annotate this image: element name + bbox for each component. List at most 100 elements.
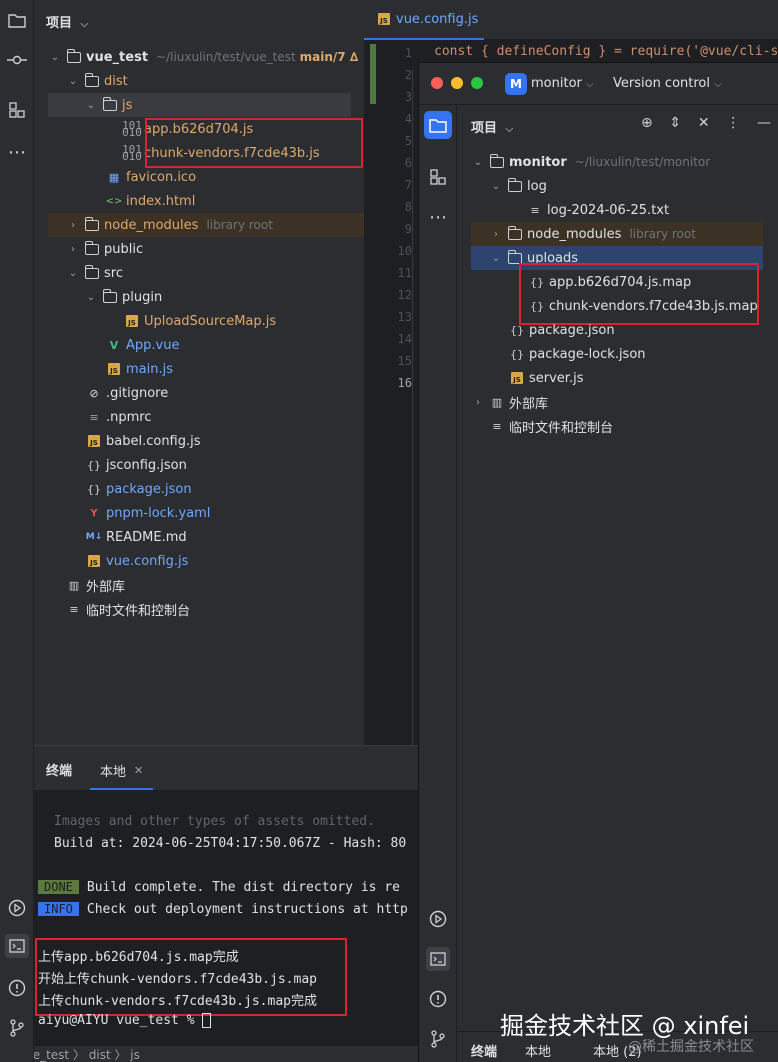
tree-item-server-js[interactable]: JS server.js — [509, 366, 583, 390]
minimize-window-button[interactable] — [451, 77, 463, 89]
tree-item-log-file[interactable]: ≡ log-2024-06-25.txt — [527, 198, 669, 222]
terminal-tab-local[interactable]: 本地 — [525, 1041, 551, 1060]
expand-icon[interactable]: ⇕ — [669, 115, 681, 135]
commit-icon[interactable] — [5, 48, 29, 72]
item-label: js — [122, 97, 133, 113]
structure-icon[interactable] — [426, 165, 450, 189]
tree-item-pnpm-lock[interactable]: Y pnpm-lock.yaml — [86, 501, 210, 525]
root-branch: main/7 ∆ — [299, 50, 359, 64]
tree-item-node-modules[interactable]: › node_modules library root — [48, 213, 364, 237]
panel-title-text: 项目 — [46, 16, 73, 31]
more-icon[interactable]: ⋯ — [426, 205, 450, 229]
terminal-tab-bar: 终端 本地 ✕ — [34, 746, 418, 790]
editor-tab-label: vue.config.js — [396, 11, 479, 27]
tree-item-log[interactable]: ⌄ log — [489, 174, 547, 198]
tree-item-plugin[interactable]: ⌄ plugin — [84, 285, 162, 309]
chevron-down-icon: ⌄ — [68, 75, 78, 87]
close-icon[interactable]: ✕ — [134, 764, 143, 777]
breadcrumb[interactable]: vue_test 〉 dist 〉 js — [34, 1046, 418, 1062]
tree-item-uploads[interactable]: ⌄ uploads — [471, 246, 763, 270]
tree-item-chunk-vendors-js[interactable]: 101 010 chunk-vendors.f7cde43b.js — [122, 141, 320, 165]
terminal-prompt[interactable]: aiyu@AIYU vue_test % — [38, 1013, 212, 1028]
hide-icon[interactable]: — — [757, 115, 771, 135]
git-icon[interactable] — [5, 1016, 29, 1040]
folder-icon — [102, 288, 118, 305]
tree-item-node-modules[interactable]: › node_modules library root — [471, 222, 763, 246]
tree-item-index-html[interactable]: <> index.html — [106, 189, 196, 213]
tree-item-public[interactable]: › public — [66, 237, 143, 261]
vcs-menu[interactable]: Version control ⌵ — [613, 76, 722, 91]
problems-icon[interactable] — [5, 976, 29, 1000]
tree-item-main-js[interactable]: JS main.js — [106, 357, 173, 381]
item-label: log-2024-06-25.txt — [547, 202, 670, 218]
tree-item-favicon[interactable]: ▦ favicon.ico — [106, 165, 196, 189]
locate-icon[interactable]: ⊕ — [641, 115, 653, 135]
tree-item-package-json[interactable]: {} package.json — [509, 318, 615, 342]
run-icon[interactable] — [5, 896, 29, 920]
editor-tab-vue-config[interactable]: JS vue.config.js — [364, 0, 484, 40]
terminal-line: 上传chunk-vendors.f7cde43b.js.map完成 — [38, 994, 317, 1009]
item-label: jsconfig.json — [106, 457, 187, 473]
line-number: 4 — [404, 112, 412, 126]
tree-item-external-libs[interactable]: ▥ 外部库 — [66, 573, 125, 597]
tree-item-app-map[interactable]: {} app.b626d704.js.map — [529, 270, 691, 294]
project-switcher[interactable]: monitor ⌵ — [531, 76, 594, 91]
project-folder-icon[interactable] — [424, 111, 452, 139]
terminal-tab-local[interactable]: 本地 ✕ — [90, 752, 154, 790]
project-name: monitor — [531, 76, 582, 91]
editor-tab-bar: JS vue.config.js — [364, 0, 778, 40]
terminal-icon[interactable] — [426, 947, 450, 971]
item-label: src — [104, 265, 123, 281]
item-label: main.js — [126, 361, 173, 377]
tree-item-external-libs[interactable]: › ▥ 外部库 — [471, 390, 548, 414]
line-number: 2 — [404, 68, 412, 82]
tree-item-package-lock[interactable]: {} package-lock.json — [509, 342, 646, 366]
tree-item-scratches[interactable]: ≡ 临时文件和控制台 — [66, 597, 190, 621]
ignore-file-icon: ⊘ — [89, 386, 99, 400]
tree-item-src[interactable]: ⌄ src — [66, 261, 123, 285]
tree-item-vue-config[interactable]: JS vue.config.js — [86, 549, 188, 573]
tree-item-readme[interactable]: M↓ README.md — [86, 525, 187, 549]
tree-item-npmrc[interactable]: ≡ .npmrc — [86, 405, 151, 429]
chevron-down-icon: ⌄ — [68, 267, 78, 279]
options-icon[interactable]: ⋮ — [726, 115, 740, 135]
tree-item-babel-config[interactable]: JS babel.config.js — [86, 429, 201, 453]
vcs-change-marker — [370, 44, 376, 104]
tree-root-vue-test[interactable]: ⌄ vue_test ~/liuxulin/test/vue_test main… — [48, 45, 358, 69]
tree-item-js[interactable]: ⌄ js — [48, 93, 351, 117]
json-file-icon: {} — [510, 323, 524, 337]
project-panel-title[interactable]: 项目 ⌵ — [46, 12, 88, 31]
item-label: server.js — [529, 370, 584, 386]
terminal-icon[interactable] — [5, 934, 29, 958]
maximize-window-button[interactable] — [471, 77, 483, 89]
collapse-icon[interactable]: ✕ — [698, 115, 710, 135]
run-icon[interactable] — [426, 907, 450, 931]
line-number: 6 — [404, 156, 412, 170]
more-icon[interactable]: ⋯ — [5, 140, 29, 164]
item-label: package.json — [106, 481, 192, 497]
line-number: 13 — [397, 310, 412, 324]
tree-item-dist[interactable]: ⌄ dist — [66, 69, 128, 93]
scratches-icon: ≡ — [69, 602, 79, 616]
tree-item-chunk-vendors-map[interactable]: {} chunk-vendors.f7cde43b.js.map — [529, 294, 758, 318]
right-project-panel-title[interactable]: 项目 ⌵ — [471, 117, 513, 136]
close-window-button[interactable] — [431, 77, 443, 89]
tree-root-monitor[interactable]: ⌄ monitor ~/liuxulin/test/monitor — [471, 150, 710, 174]
project-folder-icon[interactable] — [5, 8, 29, 32]
terminal-cursor — [202, 1013, 212, 1028]
item-label: pnpm-lock.yaml — [106, 505, 211, 521]
chevron-right-icon: › — [494, 228, 498, 240]
tree-item-app-js[interactable]: 101 010 app.b626d704.js — [122, 117, 253, 141]
tree-item-uploadsourcemap[interactable]: JS UploadSourceMap.js — [124, 309, 276, 333]
git-icon[interactable] — [426, 1027, 450, 1051]
item-label: babel.config.js — [106, 433, 201, 449]
tree-item-package-json[interactable]: {} package.json — [86, 477, 192, 501]
tree-item-app-vue[interactable]: V App.vue — [106, 333, 180, 357]
item-label: package.json — [529, 322, 615, 338]
structure-icon[interactable] — [5, 98, 29, 122]
tree-item-gitignore[interactable]: ⊘ .gitignore — [86, 381, 168, 405]
tree-item-jsconfig[interactable]: {} jsconfig.json — [86, 453, 187, 477]
problems-icon[interactable] — [426, 987, 450, 1011]
yaml-file-icon: Y — [90, 507, 98, 519]
tree-item-scratches[interactable]: ≡ 临时文件和控制台 — [489, 414, 613, 438]
